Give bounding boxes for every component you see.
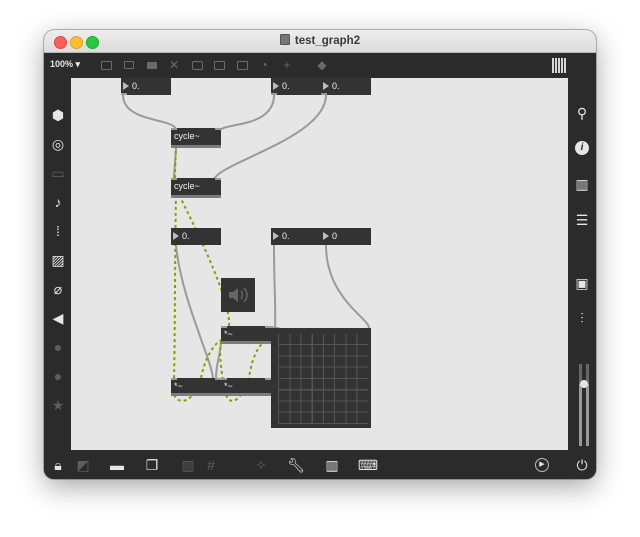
tape-icon[interactable]: ▭	[49, 164, 67, 182]
document-icon	[279, 34, 290, 45]
zoom-label: 100%	[50, 59, 74, 69]
number-box-mid-left[interactable]: 0.	[171, 228, 221, 245]
matrix-grid[interactable]	[278, 334, 368, 424]
paint-bucket-icon[interactable]: ◆	[314, 57, 330, 73]
target-icon[interactable]: ◎	[49, 135, 67, 153]
top-toolbar: 100% ▾ ✕ ◔ + ◆	[44, 53, 596, 78]
info-icon[interactable]: i	[573, 139, 591, 157]
power-icon[interactable]: ⏻	[573, 456, 591, 474]
new-object-icon[interactable]: +	[279, 57, 295, 73]
object-label: *~	[224, 329, 233, 339]
multiply-signal-bottom-left[interactable]: *~	[171, 378, 221, 396]
grid-icon[interactable]: #	[202, 456, 220, 474]
multiply-signal-top[interactable]: *~	[221, 326, 271, 344]
search-icon[interactable]: ⚲	[573, 104, 591, 122]
patch-cord-icon[interactable]	[121, 57, 137, 73]
number-box-value: 0.	[332, 81, 340, 91]
number-box-top-right[interactable]: 0.	[321, 78, 371, 95]
number-box-value: 0.	[282, 81, 290, 91]
title-bar: test_graph2	[44, 30, 596, 53]
star-icon[interactable]: ★	[49, 396, 67, 414]
windows-icon[interactable]: ❐	[143, 456, 161, 474]
object-label: cycle~	[174, 131, 200, 141]
number-box-top-mid[interactable]: 0.	[271, 78, 321, 95]
toggle-icon[interactable]: ✕	[166, 57, 182, 73]
comment-icon[interactable]	[144, 57, 160, 73]
outlet[interactable]	[121, 93, 127, 95]
number-box-value: 0	[332, 231, 338, 241]
number-box-value: 0.	[132, 81, 140, 91]
list-icon[interactable]: ☰	[573, 211, 591, 229]
present-icon[interactable]: ◩	[74, 456, 92, 474]
cycle-object-2[interactable]: cycle~	[171, 178, 221, 198]
number-box-top-left[interactable]: 0.	[121, 78, 171, 95]
wrench-icon[interactable]: 🔧︎	[287, 456, 305, 474]
number-box-mid-mid[interactable]: 0.	[271, 228, 321, 245]
volume-slider[interactable]	[577, 364, 591, 446]
object-label: cycle~	[174, 181, 200, 191]
plugin-icon[interactable]: ◀	[49, 309, 67, 327]
paperclip-icon[interactable]: ⌀	[49, 280, 67, 298]
keyboard-icon[interactable]: ⌨	[358, 456, 378, 474]
presentation-screen-icon[interactable]: ▬	[108, 456, 126, 474]
right-sidebar: ⚲ i ▥ ☰ ▣ ⫶	[568, 78, 596, 450]
window-title-text: test_graph2	[294, 35, 361, 47]
number-box-value: 0.	[282, 231, 290, 241]
left-sidebar: ⬢ ◎ ▭ ♪ ⁞ ▨ ⌀ ◀ ● ● ★	[44, 78, 71, 450]
dial-icon[interactable]: ◔	[256, 57, 272, 73]
window-title: test_graph2	[44, 34, 596, 47]
multiply-signal-bottom-right[interactable]: *~	[221, 378, 271, 396]
debug-wand-icon[interactable]: ✧	[252, 456, 270, 474]
grid-view-icon[interactable]	[552, 58, 567, 73]
zoom-dropdown[interactable]: 100% ▾	[50, 59, 80, 70]
matrix-control[interactable]	[271, 328, 371, 428]
button-icon[interactable]	[189, 57, 205, 73]
vst-icon[interactable]: ●	[49, 338, 67, 356]
music-note-icon[interactable]: ♪	[49, 193, 67, 211]
number-box-mid-right[interactable]: 0	[321, 228, 371, 245]
patch-canvas[interactable]: 0. 0. 0. cycle~ cycle~ 0. 0. 0 *~ *~ *~	[71, 78, 568, 450]
piano-icon[interactable]: ▥	[323, 456, 341, 474]
speaker-icon	[229, 287, 248, 303]
number-box-icon[interactable]	[234, 57, 250, 73]
layout-icon[interactable]: ▥	[179, 456, 197, 474]
outlet[interactable]	[271, 93, 277, 95]
mixer-icon[interactable]: ⫶	[573, 309, 591, 327]
sequence-icon[interactable]: ⁞	[49, 222, 67, 240]
outlet[interactable]	[321, 93, 327, 95]
number-box-value: 0.	[182, 231, 190, 241]
snapshot-camera-icon[interactable]: ▣	[573, 274, 591, 292]
cycle-object-1[interactable]: cycle~	[171, 128, 221, 148]
lock-icon[interactable]: 🔒︎	[49, 456, 67, 474]
max-patcher-window: test_graph2 100% ▾ ✕ ◔ + ◆ ⬢ ◎ ▭ ♪ ⁞ ▨ ⌀…	[44, 30, 596, 479]
play-dsp-icon[interactable]: ▶	[533, 456, 551, 474]
object-label: *~	[174, 381, 183, 391]
reference-book-icon[interactable]: ▥	[573, 175, 591, 193]
object-icon[interactable]: ⬢	[49, 106, 67, 124]
presentation-mode-icon[interactable]	[98, 57, 114, 73]
info-b-icon[interactable]: ●	[49, 367, 67, 385]
message-icon[interactable]	[211, 57, 227, 73]
ezdac-speaker[interactable]	[221, 278, 255, 312]
object-label: *~	[224, 381, 233, 391]
image-icon[interactable]: ▨	[49, 251, 67, 269]
bottom-toolbar: 🔒︎ ◩ ▬ ❐ ▥ # ✧ 🔧︎ ▥ ⌨ ▶ ⏻	[44, 450, 596, 479]
